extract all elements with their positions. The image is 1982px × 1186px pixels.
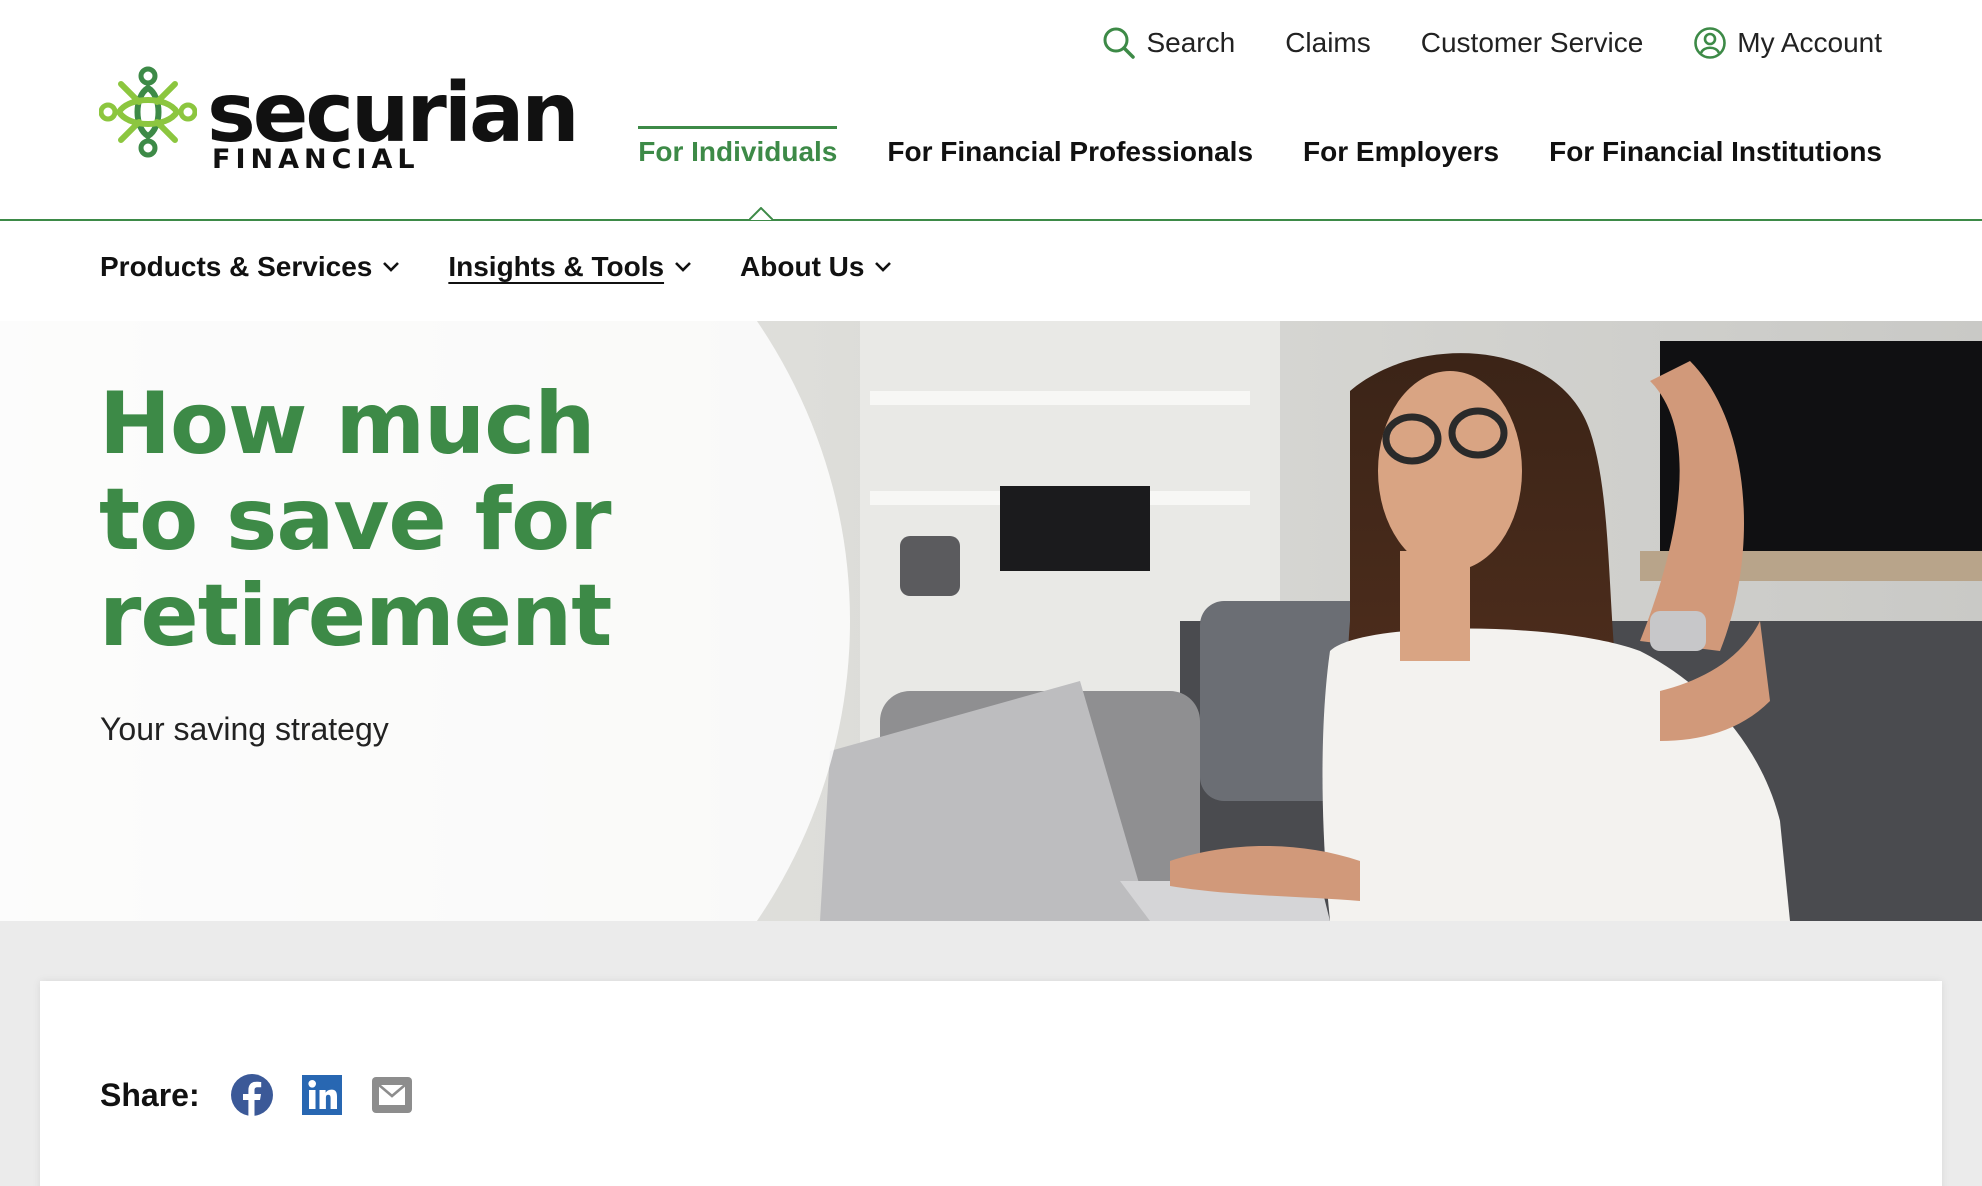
tab-for-employers[interactable]: For Employers bbox=[1303, 128, 1499, 168]
search-icon bbox=[1103, 27, 1136, 59]
article-card: Share: bbox=[40, 981, 1942, 1186]
tab-for-financial-institutions[interactable]: For Financial Institutions bbox=[1549, 128, 1882, 168]
tab-for-individuals[interactable]: For Individuals bbox=[638, 126, 838, 168]
audience-nav: For Individuals For Financial Profession… bbox=[638, 126, 1882, 168]
share-facebook-button[interactable] bbox=[230, 1073, 274, 1117]
chevron-down-icon bbox=[383, 262, 400, 272]
hero-banner: How much to save for retirement Your sav… bbox=[0, 321, 1982, 921]
my-account-link[interactable]: My Account bbox=[1693, 26, 1882, 60]
nav-insights-tools-label: Insights & Tools bbox=[448, 251, 665, 282]
search-label: Search bbox=[1146, 27, 1236, 58]
page-subtitle: Your saving strategy bbox=[100, 711, 389, 747]
linkedin-icon bbox=[301, 1075, 342, 1115]
share-label: Share: bbox=[100, 1076, 200, 1113]
utility-nav: Search Claims Customer Service My Accoun… bbox=[1102, 22, 1882, 64]
page-title: How much to save for retirement bbox=[99, 374, 612, 666]
nav-insights-tools[interactable]: Insights & Tools bbox=[448, 251, 692, 283]
claims-link[interactable]: Claims bbox=[1285, 27, 1371, 59]
chevron-down-icon bbox=[875, 262, 892, 272]
nav-products-services[interactable]: Products & Services bbox=[100, 251, 400, 283]
nav-about-us-label: About Us bbox=[740, 251, 865, 282]
customer-service-link[interactable]: Customer Service bbox=[1421, 27, 1644, 59]
securian-logo[interactable]: securian FINANCIAL bbox=[99, 66, 580, 176]
share-linkedin-button[interactable] bbox=[300, 1073, 344, 1117]
nav-products-services-label: Products & Services bbox=[100, 251, 373, 282]
logo-tagline: FINANCIAL bbox=[212, 144, 420, 175]
chevron-down-icon bbox=[675, 262, 691, 272]
share-bar: Share: bbox=[100, 1073, 414, 1117]
customer-service-label: Customer Service bbox=[1420, 27, 1644, 58]
active-tab-indicator bbox=[749, 207, 773, 221]
my-account-label: My Account bbox=[1737, 27, 1882, 58]
share-email-button[interactable] bbox=[370, 1073, 414, 1117]
site-header: securian FINANCIAL Search Claims Custome… bbox=[0, 0, 1982, 221]
nav-about-us[interactable]: About Us bbox=[740, 251, 892, 283]
section-nav: Products & Services Insights & Tools Abo… bbox=[0, 221, 1982, 321]
claims-label: Claims bbox=[1285, 27, 1371, 58]
facebook-icon bbox=[230, 1074, 273, 1116]
email-icon bbox=[371, 1077, 412, 1113]
user-account-icon bbox=[1694, 27, 1727, 59]
search-link[interactable]: Search bbox=[1102, 26, 1235, 60]
tab-for-financial-professionals[interactable]: For Financial Professionals bbox=[887, 128, 1253, 168]
securian-logo-mark-icon bbox=[99, 66, 197, 158]
